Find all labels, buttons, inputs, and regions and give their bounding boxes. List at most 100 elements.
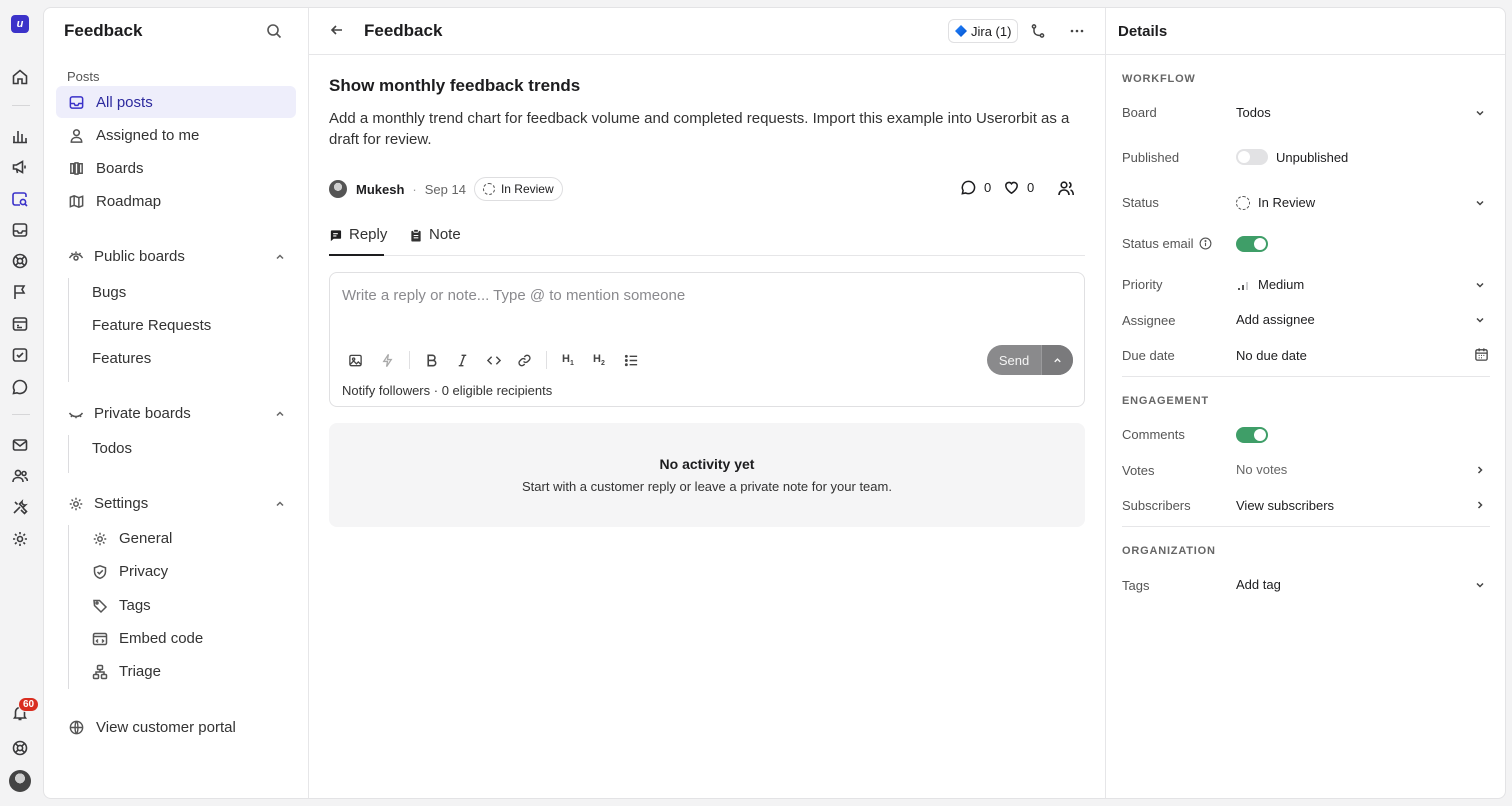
comments-toggle-row (1236, 427, 1268, 443)
sidebar-item-all-posts[interactable]: All posts (56, 86, 296, 118)
add-tag-select[interactable]: Add tag (1236, 577, 1281, 592)
flag-icon[interactable] (10, 282, 30, 302)
meta-separator: · (412, 181, 417, 197)
chevron-right-icon[interactable] (1474, 499, 1486, 511)
app-window: Feedback Posts All posts Assigned to me … (43, 7, 1506, 799)
tab-label: Note (429, 226, 461, 243)
back-arrow-icon[interactable] (329, 22, 345, 38)
settings-group[interactable]: Settings (68, 495, 286, 512)
inbox-icon[interactable] (10, 220, 30, 240)
details-title: Details (1118, 23, 1168, 40)
italic-icon[interactable] (455, 353, 470, 368)
comment-count-value: 0 (984, 180, 992, 195)
sidebar-item-assigned-to-me[interactable]: Assigned to me (56, 119, 296, 151)
users-icon[interactable] (10, 466, 30, 486)
settings-item-general[interactable]: General (92, 530, 172, 547)
link-icon[interactable] (517, 353, 532, 368)
chevron-down-icon[interactable] (1474, 314, 1486, 326)
status-badge[interactable]: In Review (473, 177, 563, 201)
priority-bars-icon (1236, 278, 1250, 292)
private-boards-label: Private boards (94, 405, 191, 422)
tab-reply[interactable]: Reply (329, 226, 387, 256)
checklist-icon[interactable] (10, 345, 30, 365)
reply-composer[interactable]: Write a reply or note... Type @ to menti… (329, 272, 1085, 407)
board-item-bugs[interactable]: Bugs (92, 284, 126, 301)
tab-note[interactable]: Note (410, 226, 461, 256)
empty-state-title: No activity yet (659, 456, 755, 472)
reply-input-placeholder[interactable]: Write a reply or note... Type @ to menti… (342, 287, 685, 304)
chat-icon[interactable] (10, 377, 30, 397)
app-logo[interactable]: u (11, 15, 29, 33)
home-icon[interactable] (10, 67, 30, 87)
chevron-right-icon[interactable] (1474, 464, 1486, 476)
settings-item-embed-code[interactable]: Embed code (92, 630, 203, 647)
settings-item-tags[interactable]: Tags (92, 597, 151, 614)
heading1-icon[interactable]: H1 (562, 353, 574, 367)
status-select[interactable]: In Review (1236, 195, 1315, 210)
board-item-features[interactable]: Features (92, 350, 151, 367)
chevron-down-icon[interactable] (1474, 107, 1486, 119)
help-icon[interactable] (10, 738, 30, 758)
sidebar-item-boards[interactable]: Boards (56, 152, 296, 184)
gear-icon (92, 531, 110, 547)
post-author[interactable]: Mukesh (356, 182, 404, 197)
branch-icon[interactable] (1030, 23, 1046, 39)
published-toggle-row[interactable]: Unpublished (1236, 149, 1348, 165)
sidebar-item-roadmap[interactable]: Roadmap (56, 185, 296, 217)
bold-icon[interactable] (424, 353, 439, 368)
list-icon[interactable] (624, 353, 639, 368)
more-options-icon[interactable] (1069, 23, 1085, 39)
chevron-down-icon[interactable] (1474, 579, 1486, 591)
chart-icon[interactable] (10, 126, 30, 146)
workflow-section-label: WORKFLOW (1122, 73, 1196, 85)
chevron-up-icon[interactable] (1041, 345, 1073, 375)
comment-count[interactable]: 0 (960, 179, 991, 196)
settings-item-privacy[interactable]: Privacy (92, 563, 168, 580)
priority-select[interactable]: Medium (1236, 277, 1304, 292)
chevron-up-icon[interactable] (274, 408, 286, 420)
comments-toggle[interactable] (1236, 427, 1268, 443)
public-boards-group[interactable]: Public boards (68, 248, 286, 265)
browser-icon[interactable] (10, 314, 30, 334)
chevron-down-icon[interactable] (1474, 279, 1486, 291)
status-email-row-label: Status email (1122, 236, 1212, 251)
followers-icon[interactable] (1057, 179, 1075, 197)
view-subscribers-link[interactable]: View subscribers (1236, 498, 1334, 513)
chevron-up-icon[interactable] (274, 498, 286, 510)
code-icon[interactable] (486, 353, 502, 368)
tools-icon[interactable] (10, 497, 30, 517)
info-icon[interactable] (1199, 237, 1212, 250)
megaphone-icon[interactable] (10, 157, 30, 177)
ai-icon[interactable] (380, 353, 395, 368)
private-boards-group[interactable]: Private boards (68, 405, 286, 422)
chevron-up-icon[interactable] (274, 251, 286, 263)
sidebar-item-label: Assigned to me (96, 126, 200, 144)
gear-icon[interactable] (10, 529, 30, 549)
status-email-toggle[interactable] (1236, 236, 1268, 252)
user-avatar[interactable] (9, 770, 31, 792)
due-date-picker[interactable]: No due date (1236, 348, 1307, 363)
board-item-feature-requests[interactable]: Feature Requests (92, 317, 211, 334)
board-select[interactable]: Todos (1236, 105, 1271, 120)
globe-icon (68, 718, 86, 736)
sidebar-item-label: Boards (96, 159, 144, 177)
assignee-select[interactable]: Add assignee (1236, 312, 1315, 327)
feedback-search-icon[interactable] (10, 189, 30, 209)
published-toggle[interactable] (1236, 149, 1268, 165)
mail-icon[interactable] (10, 435, 30, 455)
votes-value[interactable]: No votes (1236, 462, 1287, 477)
view-customer-portal-link[interactable]: View customer portal (56, 711, 296, 743)
heading2-icon[interactable]: H2 (593, 353, 605, 367)
like-count[interactable]: 0 (1003, 179, 1034, 196)
board-item-todos[interactable]: Todos (92, 440, 132, 457)
activity-empty-state: No activity yet Start with a customer re… (329, 423, 1085, 527)
chevron-down-icon[interactable] (1474, 197, 1486, 209)
calendar-icon[interactable] (1474, 347, 1489, 362)
settings-item-triage[interactable]: Triage (92, 663, 161, 680)
search-icon[interactable] (266, 23, 282, 39)
support-icon[interactable] (10, 251, 30, 271)
send-button[interactable]: Send (987, 345, 1073, 375)
image-icon[interactable] (348, 353, 363, 368)
jira-link-button[interactable]: Jira (1) (948, 19, 1019, 43)
post-meta: Mukesh · Sep 14 In Review (329, 177, 563, 201)
